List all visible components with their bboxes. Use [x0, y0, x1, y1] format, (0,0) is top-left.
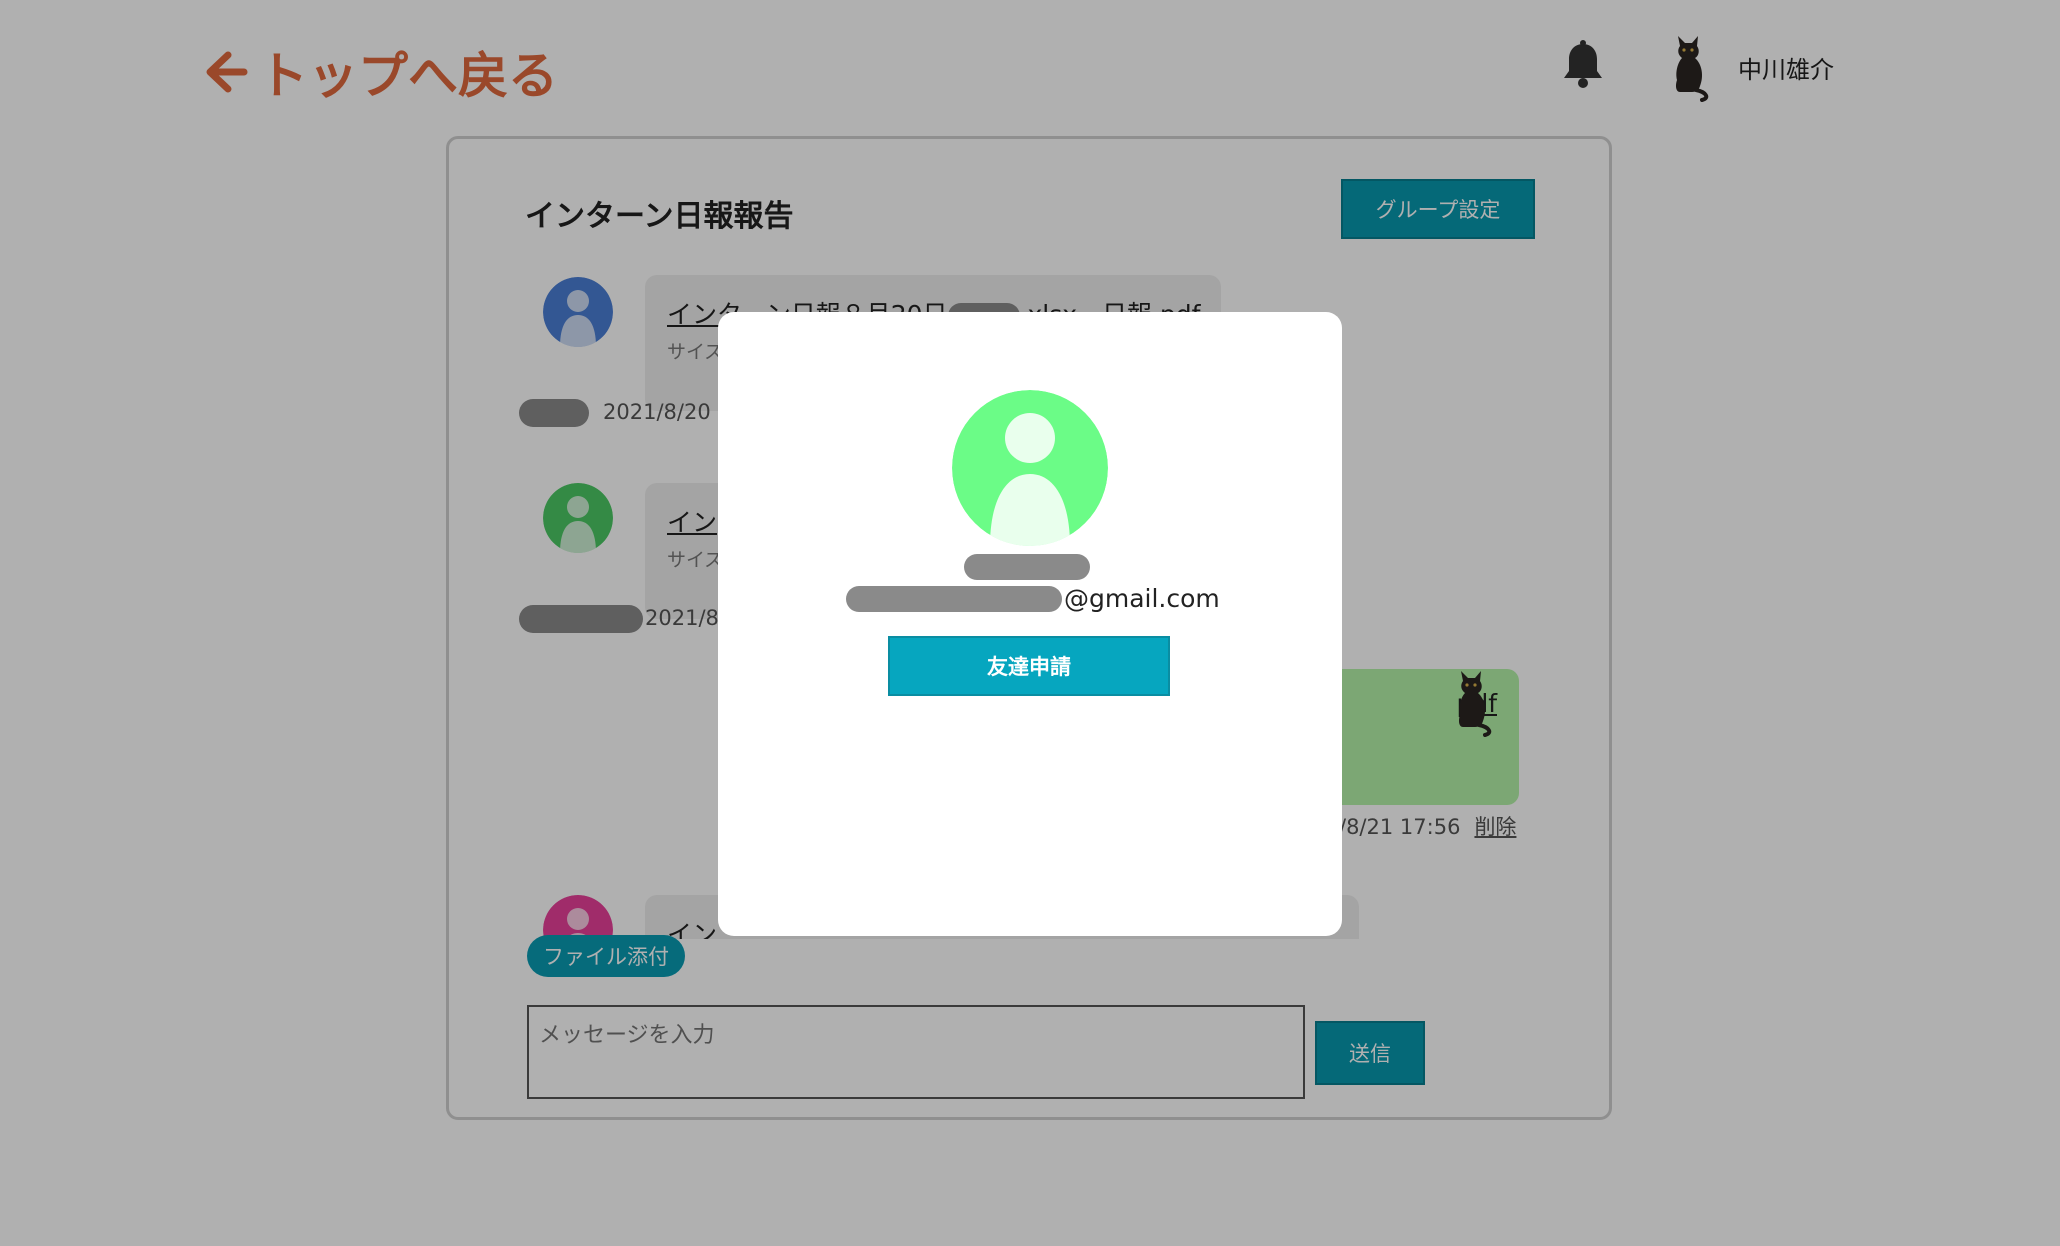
redacted-email-local-part — [846, 585, 1062, 612]
chat-page: トップへ戻る 中川雄介 インターン日報報告 グループ設定 サイズ 2021/8/… — [0, 0, 2060, 1246]
friend-request-button[interactable]: 友達申請 — [888, 636, 1170, 696]
user-silhouette-icon — [952, 390, 1108, 546]
profile-email: @gmail.com — [846, 584, 1220, 613]
profile-modal: @gmail.com 友達申請 — [718, 312, 1342, 936]
profile-avatar — [952, 390, 1108, 546]
email-domain: @gmail.com — [1064, 584, 1220, 613]
redacted-profile-name — [964, 554, 1090, 580]
